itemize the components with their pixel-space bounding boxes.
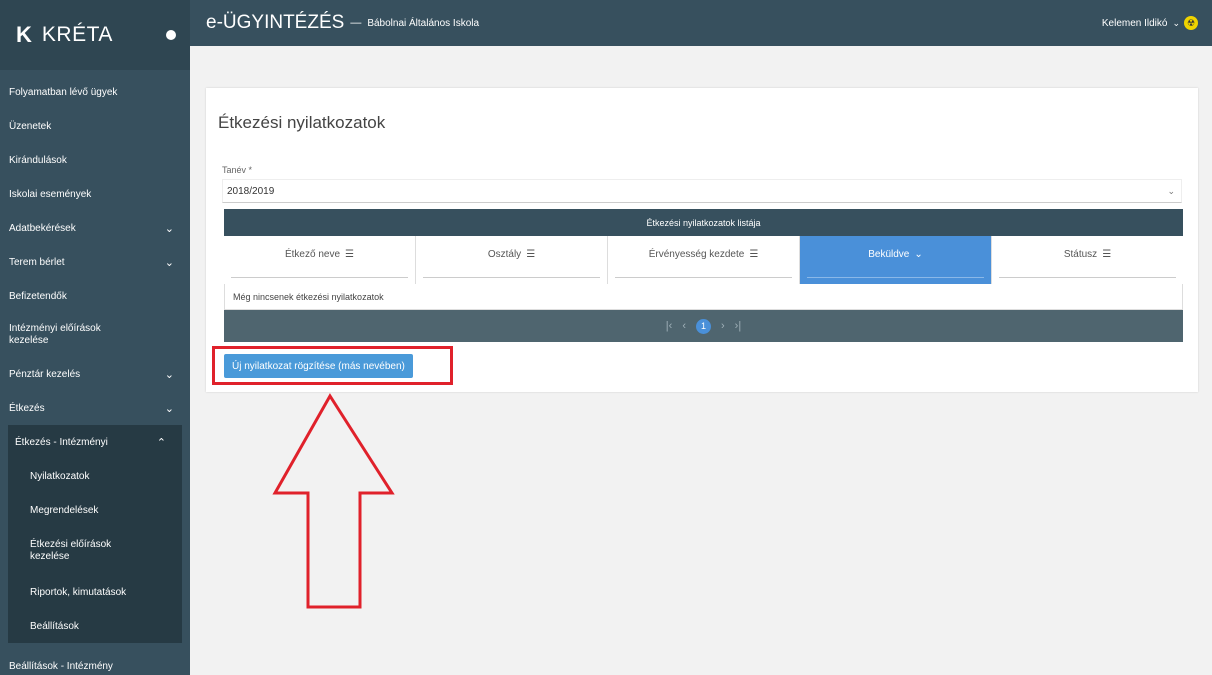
sidebar-item-label: Terem bérlet <box>9 256 65 268</box>
sidebar-item-payables[interactable]: Befizetendők <box>0 279 190 313</box>
sidebar-item-room-rental[interactable]: Terem bérlet ⌄ <box>0 245 190 279</box>
column-filter-input[interactable] <box>615 277 792 278</box>
page-title: Étkezési nyilatkozatok <box>218 113 386 132</box>
submenu-item-meal-rules[interactable]: Étkezési előírások kezelése <box>8 527 182 575</box>
submenu-item-label: Nyilatkozatok <box>30 470 90 482</box>
school-year-label: Tanév * <box>222 165 253 175</box>
sidebar-nav: Folyamatban lévő ügyek Üzenetek Kirándul… <box>0 70 190 675</box>
chevron-down-icon: ⌄ <box>164 368 174 381</box>
sidebar-item-label: Pénztár kezelés <box>9 368 81 380</box>
sidebar-item-meals-institutional[interactable]: Étkezés - Intézményi ⌃ <box>8 425 182 459</box>
sidebar-item-label: Iskolai események <box>9 188 92 200</box>
sidebar-item-label: Befizetendők <box>9 290 67 302</box>
column-class[interactable]: Osztály ☰ <box>416 236 608 284</box>
sidebar-item-label: Beállítások - Intézmény <box>9 660 113 672</box>
chevron-up-icon: ⌃ <box>156 436 166 449</box>
empty-message: Még nincsenek étkezési nyilatkozatok <box>224 284 1183 310</box>
sort-desc-icon[interactable]: ⌄ <box>914 249 922 284</box>
sidebar-item-label: Étkezés - Intézményi <box>15 436 108 448</box>
chevron-down-icon: ⌄ <box>164 222 174 235</box>
sidebar-item-cashier[interactable]: Pénztár kezelés ⌄ <box>0 357 190 391</box>
column-filter-input[interactable] <box>807 277 984 278</box>
chevron-down-icon: ⌄ <box>164 256 174 269</box>
topbar: e-ÜGYINTÉZÉS — Bábolnai Általános Iskola… <box>190 0 1212 46</box>
column-label: Beküldve <box>868 249 910 260</box>
column-filter-input[interactable] <box>999 277 1176 278</box>
submenu-item-declarations[interactable]: Nyilatkozatok <box>8 459 182 493</box>
sidebar-item-trips[interactable]: Kirándulások <box>0 143 190 177</box>
submenu-item-reports[interactable]: Riportok, kimutatások <box>8 575 182 609</box>
sidebar-item-messages[interactable]: Üzenetek <box>0 109 190 143</box>
user-avatar-icon: ☢ <box>1184 16 1198 30</box>
grid-title: Étkezési nyilatkozatok listája <box>224 209 1183 236</box>
arrow-shape <box>272 393 395 609</box>
sidebar-item-label: Folyamatban lévő ügyek <box>9 86 118 98</box>
sidebar-item-label: Üzenetek <box>9 120 52 132</box>
submenu-item-settings[interactable]: Beállítások <box>8 609 182 643</box>
column-filter-input[interactable] <box>231 277 408 278</box>
user-name: Kelemen Ildikó <box>1101 17 1168 29</box>
column-submitted[interactable]: Beküldve ⌄ <box>800 236 992 284</box>
column-filter-input[interactable] <box>423 277 600 278</box>
submenu: Nyilatkozatok Megrendelések Étkezési elő… <box>8 459 182 643</box>
sidebar-item-institution-settings[interactable]: Beállítások - Intézmény <box>0 649 190 675</box>
school-year-select[interactable]: 2018/2019 ⌄ <box>222 179 1182 203</box>
submenu-item-label: Riportok, kimutatások <box>30 586 127 598</box>
pager: |‹ ‹ 1 › ›| <box>224 310 1183 342</box>
submenu-item-label: Beállítások <box>30 620 79 632</box>
school-year-value: 2018/2019 <box>227 185 275 197</box>
brand: K KRÉTA <box>0 0 190 70</box>
school-name: Bábolnai Általános Iskola <box>367 17 480 29</box>
menu-toggle-icon[interactable] <box>166 30 176 40</box>
filter-icon[interactable]: ☰ <box>1102 249 1111 284</box>
column-label: Étkező neve <box>284 249 341 260</box>
title-separator: — <box>350 17 362 29</box>
filter-icon[interactable]: ☰ <box>345 249 354 284</box>
sidebar-item-label: Adatbekérések <box>9 222 76 234</box>
declarations-grid: Étkezési nyilatkozatok listája Étkező ne… <box>224 209 1183 342</box>
column-eater-name[interactable]: Étkező neve ☰ <box>224 236 416 284</box>
column-label: Osztály <box>487 249 522 260</box>
current-page[interactable]: 1 <box>696 318 711 334</box>
chevron-down-icon: ⌄ <box>1172 17 1180 28</box>
column-valid-from[interactable]: Érvényesség kezdete ☰ <box>608 236 800 284</box>
sidebar-item-data-requests[interactable]: Adatbekérések ⌄ <box>0 211 190 245</box>
app-title: e-ÜGYINTÉZÉS <box>206 12 345 33</box>
chevron-down-icon: ⌄ <box>1167 185 1175 196</box>
chevron-down-icon: ⌄ <box>164 402 174 415</box>
column-status[interactable]: Státusz ☰ <box>992 236 1183 284</box>
user-menu[interactable]: Kelemen Ildikó ⌄ ☢ <box>1102 16 1198 30</box>
column-label: Státusz <box>1063 249 1098 260</box>
sidebar-item-label: Étkezés <box>9 402 45 414</box>
sidebar-item-institution-rules[interactable]: Intézményi előírások kezelése <box>0 313 190 357</box>
highlight-box <box>212 346 453 385</box>
kreta-logo-icon: K <box>16 22 32 47</box>
first-page-icon[interactable]: |‹ <box>666 320 673 332</box>
sidebar-item-label: Kirándulások <box>9 154 67 166</box>
submenu-item-label: Étkezési előírások kezelése <box>30 539 112 562</box>
submenu-item-label: Megrendelések <box>30 504 99 516</box>
column-label: Érvényesség kezdete <box>648 249 745 260</box>
sidebar-item-ongoing[interactable]: Folyamatban lévő ügyek <box>0 75 190 109</box>
up-arrow-annotation <box>272 393 395 609</box>
sidebar-item-events[interactable]: Iskolai események <box>0 177 190 211</box>
last-page-icon[interactable]: ›| <box>735 320 742 332</box>
grid-columns: Étkező neve ☰ Osztály ☰ Érvényesség kezdet… <box>224 236 1183 284</box>
prev-page-icon[interactable]: ‹ <box>682 320 686 332</box>
submenu-item-orders[interactable]: Megrendelések <box>8 493 182 527</box>
sidebar-item-meals[interactable]: Étkezés ⌄ <box>0 391 190 425</box>
next-page-icon[interactable]: › <box>721 320 725 332</box>
filter-icon[interactable]: ☰ <box>749 249 758 284</box>
sidebar: K KRÉTA Folyamatban lévő ügyek Üzenetek … <box>0 0 190 675</box>
filter-icon[interactable]: ☰ <box>526 249 535 284</box>
brand-name: KRÉTA <box>41 23 113 46</box>
sidebar-item-label: Intézményi előírások kezelése <box>9 323 101 346</box>
